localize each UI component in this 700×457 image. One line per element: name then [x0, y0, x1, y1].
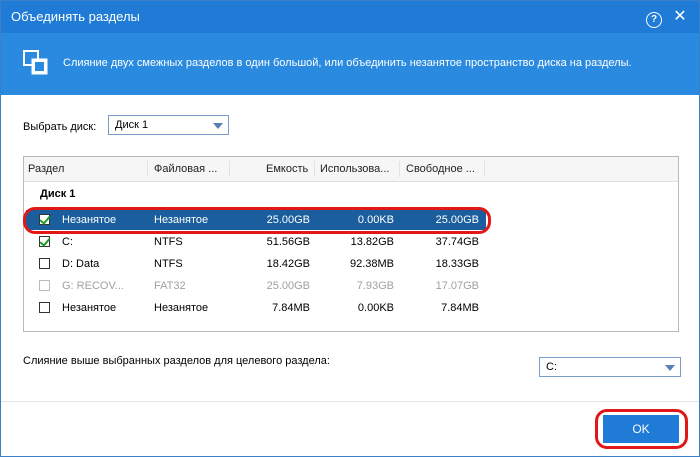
disk-select-label: Выбрать диск: [23, 121, 97, 133]
table-row: G: RECOV... FAT32 25.00GB 7.93GB 17.07GB [26, 276, 486, 296]
disk-select-dropdown[interactable]: Диск 1 [108, 115, 229, 135]
partition-used: 13.82GB [350, 236, 394, 248]
partition-free: 37.74GB [435, 236, 479, 248]
partition-free: 17.07GB [435, 280, 479, 292]
partition-free: 18.33GB [435, 258, 479, 270]
merge-target-dropdown[interactable]: C: [539, 357, 681, 377]
partition-used: 0.00KB [357, 302, 394, 314]
column-separator [399, 161, 400, 177]
table-row[interactable]: Незанятое Незанятое 7.84MB 0.00KB 7.84MB [26, 298, 486, 318]
footer-divider [1, 401, 699, 402]
partition-filesystem: NTFS [154, 258, 183, 270]
partition-capacity: 7.84MB [272, 302, 310, 314]
partition-capacity: 18.42GB [266, 258, 310, 270]
row-checkbox [39, 280, 50, 291]
row-checkbox[interactable] [39, 236, 50, 247]
partition-filesystem: NTFS [154, 236, 183, 248]
partition-name: G: RECOV... [62, 280, 124, 292]
partition-filesystem: FAT32 [154, 280, 186, 292]
help-button[interactable]: ? [643, 6, 665, 28]
partition-name: Незанятое [62, 302, 117, 314]
table-row[interactable]: D: Data NTFS 18.42GB 92.38MB 18.33GB [26, 254, 486, 274]
column-header-filesystem[interactable]: Файловая ... [154, 163, 217, 175]
column-separator [229, 161, 230, 177]
row-checkbox[interactable] [39, 258, 50, 269]
highlight-annotation [595, 409, 688, 449]
row-checkbox[interactable] [39, 302, 50, 313]
close-button[interactable]: ✕ [669, 6, 691, 28]
column-header-partition[interactable]: Раздел [28, 163, 64, 175]
merge-partitions-dialog: Объединять разделы ? ✕ Слияние двух смеж… [0, 0, 700, 457]
column-separator [147, 161, 148, 177]
column-separator [484, 161, 485, 177]
partition-name: D: Data [62, 258, 100, 270]
disk-group-label: Диск 1 [40, 188, 76, 200]
partition-name: C: [62, 236, 73, 248]
partition-free: 7.84MB [441, 302, 479, 314]
chevron-down-icon [665, 365, 675, 371]
column-header-used[interactable]: Использова... [320, 163, 389, 175]
partition-table: Раздел Файловая ... Емкость Использова..… [23, 156, 679, 332]
highlight-annotation [23, 207, 491, 234]
close-icon: ✕ [673, 8, 687, 25]
merge-partitions-icon [23, 50, 48, 75]
column-header-free[interactable]: Свободное ... [406, 163, 475, 175]
column-header-capacity[interactable]: Емкость [266, 163, 308, 175]
window-title: Объединять разделы [11, 9, 140, 24]
disk-select-value: Диск 1 [115, 119, 149, 131]
info-banner: Слияние двух смежных разделов в один бол… [1, 33, 699, 95]
banner-description: Слияние двух смежных разделов в один бол… [63, 57, 632, 69]
help-icon: ? [646, 12, 662, 28]
table-header: Раздел Файловая ... Емкость Использова..… [24, 157, 678, 182]
partition-capacity: 25.00GB [266, 280, 310, 292]
merge-target-value: C: [546, 361, 557, 373]
partition-capacity: 51.56GB [266, 236, 310, 248]
partition-filesystem: Незанятое [154, 302, 209, 314]
merge-target-label: Слияние выше выбранных разделов для целе… [23, 355, 330, 367]
chevron-down-icon [213, 123, 223, 129]
title-bar: Объединять разделы ? ✕ [1, 1, 699, 33]
column-separator [314, 161, 315, 177]
table-row[interactable]: C: NTFS 51.56GB 13.82GB 37.74GB [26, 232, 486, 252]
partition-used: 7.93GB [356, 280, 394, 292]
partition-used: 92.38MB [349, 258, 394, 270]
